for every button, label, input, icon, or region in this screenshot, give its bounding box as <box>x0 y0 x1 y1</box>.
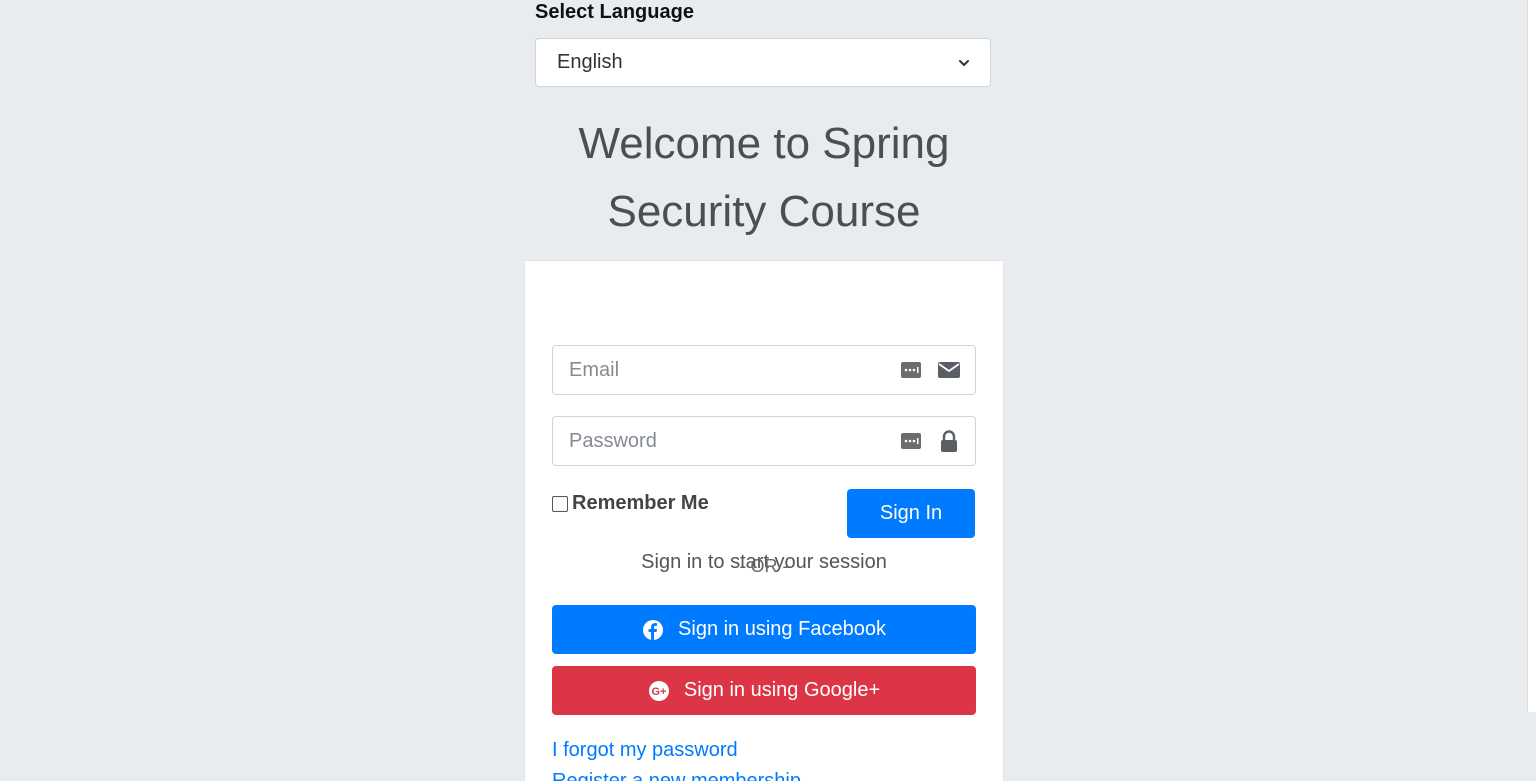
envelope-icon <box>937 358 961 382</box>
register-link-clipped[interactable]: Register a new membership <box>552 772 812 781</box>
or-divider: - OR - <box>739 556 789 576</box>
select-language-label: Select Language <box>535 1 694 23</box>
register-link[interactable]: Register a new membership <box>552 772 812 781</box>
google-plus-icon: G+ <box>648 680 670 702</box>
title-line-2: Security Course <box>607 187 921 236</box>
scrollbar[interactable] <box>1527 0 1536 712</box>
svg-text:G+: G+ <box>651 686 666 698</box>
language-select[interactable]: English <box>535 38 991 87</box>
password-input-group <box>552 416 976 466</box>
facebook-icon <box>642 619 664 641</box>
remember-me-label: Remember Me <box>572 492 709 514</box>
page-title: Welcome to Spring Security Course <box>525 110 1003 246</box>
title-line-1: Welcome to Spring <box>578 119 950 168</box>
email-input-group <box>552 345 976 395</box>
language-select-value: English <box>557 51 623 73</box>
remember-me[interactable]: Remember Me <box>552 492 709 515</box>
chevron-down-icon <box>958 57 970 69</box>
password-input[interactable] <box>553 428 899 454</box>
lock-icon <box>937 429 961 453</box>
facebook-sign-in-button[interactable]: Sign in using Facebook <box>552 605 976 654</box>
password-manager-icon[interactable] <box>899 358 923 382</box>
google-sign-in-label: Sign in using Google+ <box>683 679 881 701</box>
remember-me-checkbox[interactable] <box>552 495 568 512</box>
facebook-sign-in-label: Sign in using Facebook <box>678 618 886 640</box>
google-sign-in-button[interactable]: G+ Sign in using Google+ <box>552 666 976 715</box>
login-page: Select Language English Welcome to Sprin… <box>0 0 1536 781</box>
email-input[interactable] <box>553 357 899 383</box>
forgot-password-link[interactable]: I forgot my password <box>552 739 738 762</box>
password-manager-icon[interactable] <box>899 429 923 453</box>
sign-in-button[interactable]: Sign In <box>847 489 975 538</box>
